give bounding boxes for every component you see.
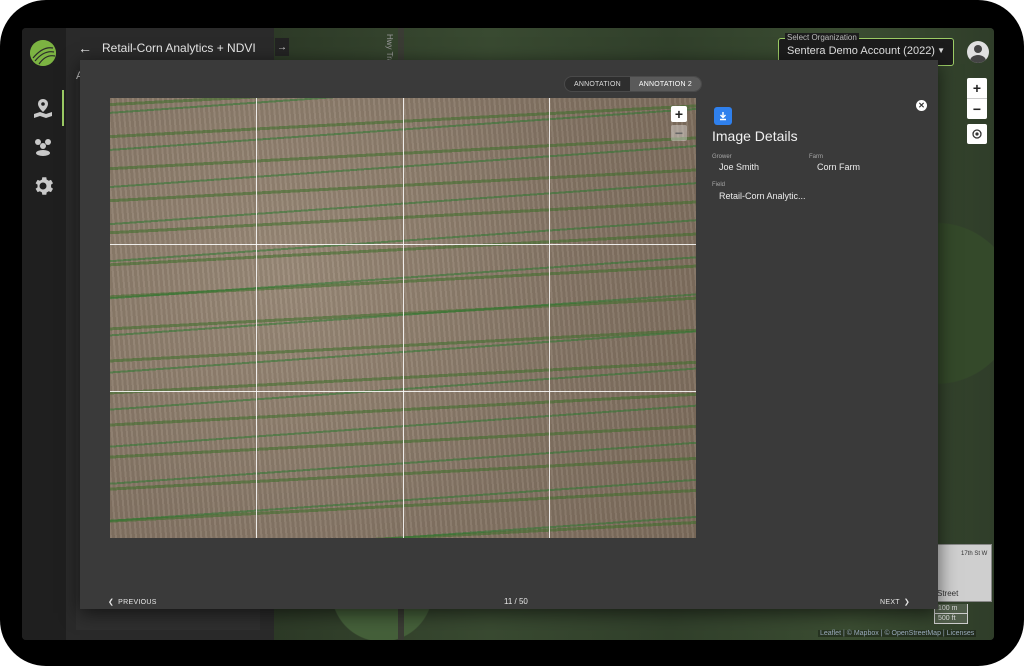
app-screen: ← Retail-Corn Analytics + NDVI A Hwy Tra… [22,28,994,640]
back-arrow-icon[interactable]: ← [78,40,92,56]
farm-label: Farm [809,154,823,160]
minimap-label: 17th St W [961,551,988,557]
image-detail-modal: ANNOTATION ANNOTATION 2 + − Image Detail… [80,60,938,609]
grid-line [256,98,257,538]
minus-icon[interactable]: − [671,125,687,141]
map-scale: 100 m 500 ft [934,604,968,624]
organization-select-label: Select Organization [785,33,859,42]
scale-metric: 100 m [934,604,968,614]
chevron-left-icon: ❮ [108,599,115,606]
plus-icon[interactable]: + [967,78,987,98]
grid-line [110,244,696,245]
field-label: Field [712,182,726,188]
annotation-toggle: ANNOTATION ANNOTATION 2 [564,76,702,92]
chevron-right-icon[interactable]: → [275,38,289,56]
left-rail [22,28,66,640]
map-attribution[interactable]: Leaflet | © Mapbox | © OpenStreetMap | L… [818,630,977,637]
close-icon[interactable]: ✕ [916,100,927,111]
previous-label: PREVIOUS [118,598,157,606]
grower-label: Grower [712,154,732,160]
rail-active-indicator [62,90,64,126]
map-zoom-control: + − [967,78,987,119]
tab-annotation-2[interactable]: ANNOTATION 2 [629,77,701,91]
map-minimap[interactable]: 17th St W Street [934,544,992,602]
field-pin-icon[interactable] [31,96,55,120]
details-title: Image Details [712,128,798,144]
tab-annotation[interactable]: ANNOTATION [565,77,630,91]
grid-line [110,391,696,392]
scale-imperial: 500 ft [934,614,968,624]
next-label: NEXT [880,598,900,606]
chevron-right-icon: ❯ [903,599,911,606]
grower-value: Joe Smith [719,162,760,172]
device-frame: ← Retail-Corn Analytics + NDVI A Hwy Tra… [0,0,1024,666]
image-counter: 11 / 50 [504,597,528,606]
minus-icon[interactable]: − [967,98,987,119]
download-icon[interactable] [714,107,732,125]
minimap-label: Street [937,589,959,598]
next-button[interactable]: NEXT ❯ [880,598,911,607]
groups-icon[interactable] [31,134,55,158]
gear-icon[interactable] [31,174,55,198]
grid-line [403,98,404,538]
grid-line [549,98,550,538]
page-title: Retail-Corn Analytics + NDVI [102,41,256,55]
chevron-down-icon: ▼ [937,46,945,55]
image-viewer[interactable]: + − [110,98,696,538]
organization-select-value: Sentera Demo Account (2022) [787,45,935,57]
previous-button[interactable]: ❮ PREVIOUS [108,598,157,607]
user-icon[interactable] [967,41,989,63]
locate-icon[interactable] [967,124,987,144]
page-header: ← Retail-Corn Analytics + NDVI [78,38,256,58]
farm-value: Corn Farm [817,162,861,172]
field-value: Retail-Corn Analytic... [719,191,806,201]
logo-icon[interactable] [30,40,56,66]
plus-icon[interactable]: + [671,106,687,122]
